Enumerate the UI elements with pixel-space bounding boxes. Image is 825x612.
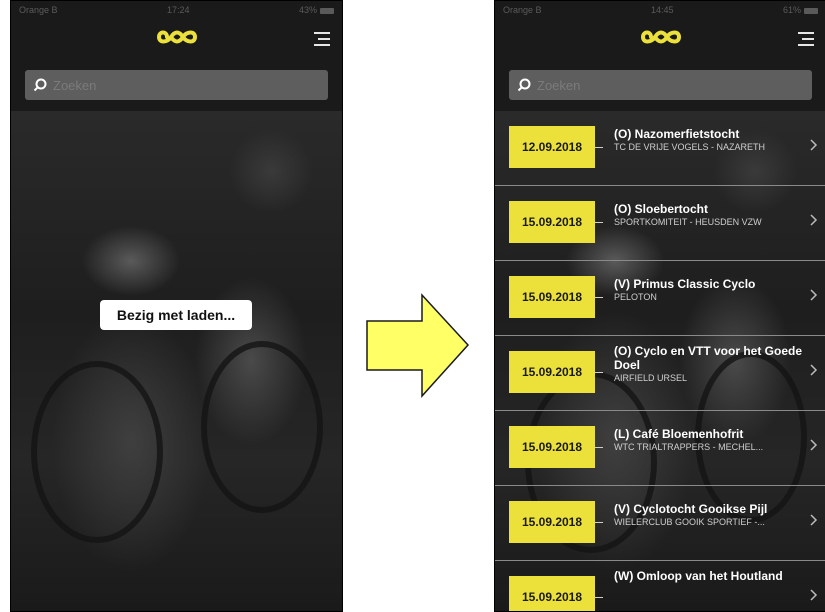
search-icon: [33, 78, 47, 92]
top-bar: [11, 19, 342, 69]
event-date-badge: 15.09.2018: [509, 201, 595, 243]
chevron-right-icon: [810, 139, 818, 151]
event-organizer: TC DE VRIJE VOGELS - NAZARETH: [614, 142, 766, 152]
event-date-badge: 12.09.2018: [509, 126, 595, 168]
event-list-item[interactable]: 12.09.2018 (O) Nazomerfietstocht TC DE V…: [495, 111, 825, 186]
event-date-badge: 15.09.2018: [509, 426, 595, 468]
carrier-label: Orange B: [503, 5, 542, 15]
event-organizer: WIELERCLUB GOOIK SPORTIEF -...: [614, 517, 765, 527]
event-title: (O) Sloebertocht: [614, 202, 709, 216]
search-bar[interactable]: [509, 70, 812, 100]
loading-indicator: Bezig met laden...: [100, 300, 252, 330]
app-logo-icon[interactable]: [156, 26, 197, 48]
event-title: (O) Nazomerfietstocht: [614, 127, 740, 141]
event-organizer: AIRFIELD URSEL: [614, 373, 688, 383]
event-title: (V) Primus Classic Cyclo: [614, 277, 756, 291]
event-date-badge: 15.09.2018: [509, 576, 595, 611]
event-title: (V) Cyclotocht Gooikse Pijl: [614, 502, 768, 516]
chevron-right-icon: [810, 214, 818, 226]
event-list-item[interactable]: 15.09.2018 (O) Sloebertocht SPORTKOMITEI…: [495, 186, 825, 261]
event-organizer: SPORTKOMITEIT - HEUSDEN VZW: [614, 217, 762, 227]
event-date-badge: 15.09.2018: [509, 351, 595, 393]
hamburger-menu-icon[interactable]: [314, 32, 330, 48]
event-date-badge: 15.09.2018: [509, 276, 595, 318]
top-bar: [495, 19, 825, 69]
chevron-right-icon: [810, 589, 818, 601]
time-label: 14:45: [650, 5, 674, 15]
time-label: 17:24: [166, 5, 190, 15]
loading-screen: Orange B 17:24 43% Bezig met laden...: [10, 0, 343, 612]
status-bar: Orange B 14:45 61%: [495, 1, 825, 19]
event-list: 12.09.2018 (O) Nazomerfietstocht TC DE V…: [495, 111, 825, 611]
battery-icon: [319, 7, 334, 14]
chevron-right-icon: [810, 514, 818, 526]
event-date-badge: 15.09.2018: [509, 501, 595, 543]
event-list-item[interactable]: 15.09.2018 (V) Primus Classic Cyclo PELO…: [495, 261, 825, 336]
cyclists-background-image: [11, 111, 342, 611]
chevron-right-icon: [810, 439, 818, 451]
chevron-right-icon: [810, 364, 818, 376]
event-list-item[interactable]: 15.09.2018 (L) Café Bloemenhofrit WTC TR…: [495, 411, 825, 486]
event-list-item[interactable]: 15.09.2018 (V) Cyclotocht Gooikse Pijl W…: [495, 486, 825, 561]
battery-icon: [803, 7, 818, 14]
event-organizer: WTC TRIALTRAPPERS - MECHEL...: [614, 442, 764, 452]
battery-indicator: 43%: [299, 5, 334, 15]
status-bar: Orange B 17:24 43%: [11, 1, 342, 19]
event-list-item[interactable]: 15.09.2018 (O) Cyclo en VTT voor het Goe…: [495, 336, 825, 411]
chevron-right-icon: [810, 289, 818, 301]
right-arrow-icon: [366, 293, 470, 398]
hamburger-menu-icon[interactable]: [798, 32, 814, 48]
carrier-label: Orange B: [19, 5, 58, 15]
event-title: (O) Cyclo en VTT voor het Goede Doel: [614, 344, 803, 372]
event-title: (W) Omloop van het Houtland: [614, 569, 783, 583]
app-logo-icon[interactable]: [640, 26, 681, 48]
search-input[interactable]: [535, 76, 739, 94]
event-list-item[interactable]: 15.09.2018 (W) Omloop van het Houtland: [495, 561, 825, 611]
event-title: (L) Café Bloemenhofrit: [614, 427, 744, 441]
event-organizer: PELOTON: [614, 292, 657, 302]
search-bar[interactable]: [25, 70, 328, 100]
search-icon: [517, 78, 531, 92]
event-list-screen: Orange B 14:45 61% 12.09.2018 (O) Nazome…: [494, 0, 825, 612]
battery-indicator: 61%: [783, 5, 818, 15]
search-input[interactable]: [51, 76, 255, 94]
